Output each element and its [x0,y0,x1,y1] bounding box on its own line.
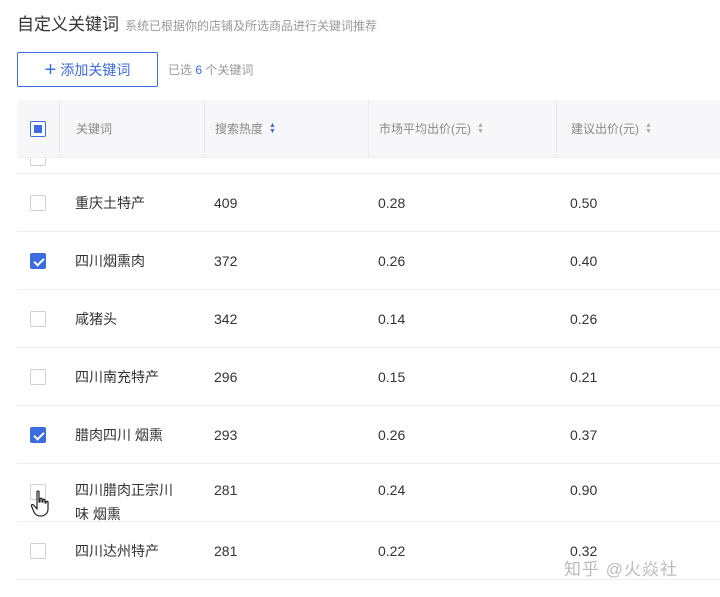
table-row: 四川腊肉正宗川 味 烟熏 281 0.24 0.90 [17,464,720,522]
selected-suffix: 个关键词 [205,63,254,77]
cell-market-bid: 0.28 [378,194,406,211]
row-check-cell [17,290,59,347]
cell-keyword: 四川南充特产 [75,368,159,385]
cell-heat: 281 [214,542,238,559]
row-checkbox[interactable] [30,158,46,166]
column-market-label: 市场平均出价(元) [379,122,471,136]
select-all-checkbox[interactable] [30,120,46,137]
row-checkbox[interactable] [30,368,46,385]
cell-keyword-line1: 四川腊肉正宗川 [75,482,173,498]
table-row: 四川烟熏肉 372 0.26 0.40 [17,232,720,290]
plus-icon: + [44,58,57,81]
watermark: 知乎 @火焱社 [564,560,678,579]
cell-suggest-bid: 0.90 [570,482,598,498]
column-keyword-label: 关键词 [76,122,113,136]
selected-prefix: 已选 [168,63,193,77]
cell-keyword: 咸猪头 [75,310,117,327]
cell-market-bid: 0.15 [378,368,406,385]
cell-market-bid: 0.26 [378,426,406,443]
table-row: 咸猪头 342 0.14 0.26 [17,290,720,348]
cell-keyword: 四川腊肉正宗川 味 烟熏 [59,478,204,522]
cell-heat: 342 [214,310,238,327]
column-header-market-bid[interactable]: 市场平均出价(元) ▲ ▼ [368,100,556,157]
cell-heat: 296 [214,368,238,385]
cell-keyword: 腊肉四川 烟熏 [75,426,163,443]
cell-heat: 409 [214,194,238,211]
cell-suggest-bid: 0.50 [570,194,598,211]
row-check-cell [17,522,59,579]
row-check-cell [17,174,59,231]
add-keyword-button[interactable]: + 添加关键词 [17,52,158,87]
cell-keyword: 四川达州特产 [75,542,159,559]
table-row-partial [17,158,720,174]
header-check-cell [17,100,59,157]
cell-market-bid: 0.24 [378,482,406,498]
row-checkbox[interactable] [30,426,46,443]
column-header-keyword: 关键词 [59,100,204,157]
table-row: 四川南充特产 296 0.15 0.21 [17,348,720,406]
cell-keyword: 重庆土特产 [75,194,145,211]
cell-suggest-bid: 0.26 [570,310,598,327]
cell-heat: 293 [214,426,238,443]
cell-suggest-bid: 0.37 [570,426,598,443]
column-suggest-label: 建议出价(元) [571,122,639,136]
page-subtitle: 系统已根据你的店铺及所选商品进行关键词推荐 [125,19,378,33]
column-header-suggest-bid[interactable]: 建议出价(元) ▲ ▼ [556,100,720,157]
cell-heat: 372 [214,252,238,269]
column-heat-label: 搜索热度 [215,122,264,136]
table-header: 关键词 搜索热度 ▲ ▼ 市场平均出价(元) ▲ ▼ 建议出价(元) ▲ ▼ [17,100,720,158]
row-checkbox[interactable] [30,310,46,327]
table-row: 腊肉四川 烟熏 293 0.26 0.37 [17,406,720,464]
cell-suggest-bid: 0.40 [570,252,598,269]
page-header: 自定义关键词 系统已根据你的店铺及所选商品进行关键词推荐 [17,10,377,36]
sort-icon[interactable]: ▲ ▼ [645,122,652,135]
selected-count-info: 已选 6 个关键词 [168,61,253,78]
keyword-table: 关键词 搜索热度 ▲ ▼ 市场平均出价(元) ▲ ▼ 建议出价(元) ▲ ▼ 重庆土特… [17,100,720,580]
row-checkbox[interactable] [30,252,46,269]
sort-icon[interactable]: ▲ ▼ [477,122,484,135]
cell-market-bid: 0.14 [378,310,406,327]
cell-market-bid: 0.22 [378,542,406,559]
row-check-cell [17,348,59,405]
row-check-cell [17,232,59,289]
selected-count: 6 [195,63,203,77]
row-checkbox[interactable] [30,542,46,559]
toolbar: + 添加关键词 已选 6 个关键词 [17,52,253,87]
cell-suggest-bid: 0.21 [570,368,598,385]
add-keyword-label: 添加关键词 [60,61,131,78]
table-row: 重庆土特产 409 0.28 0.50 [17,174,720,232]
row-check-cell [17,406,59,463]
cell-keyword: 四川烟熏肉 [75,252,145,269]
cell-heat: 281 [214,482,238,498]
cell-market-bid: 0.26 [378,252,406,269]
sort-icon[interactable]: ▲ ▼ [269,122,276,135]
row-checkbox[interactable] [30,194,46,211]
column-header-heat[interactable]: 搜索热度 ▲ ▼ [204,100,368,157]
hand-cursor-icon [30,490,49,517]
page-title: 自定义关键词 [17,15,119,34]
